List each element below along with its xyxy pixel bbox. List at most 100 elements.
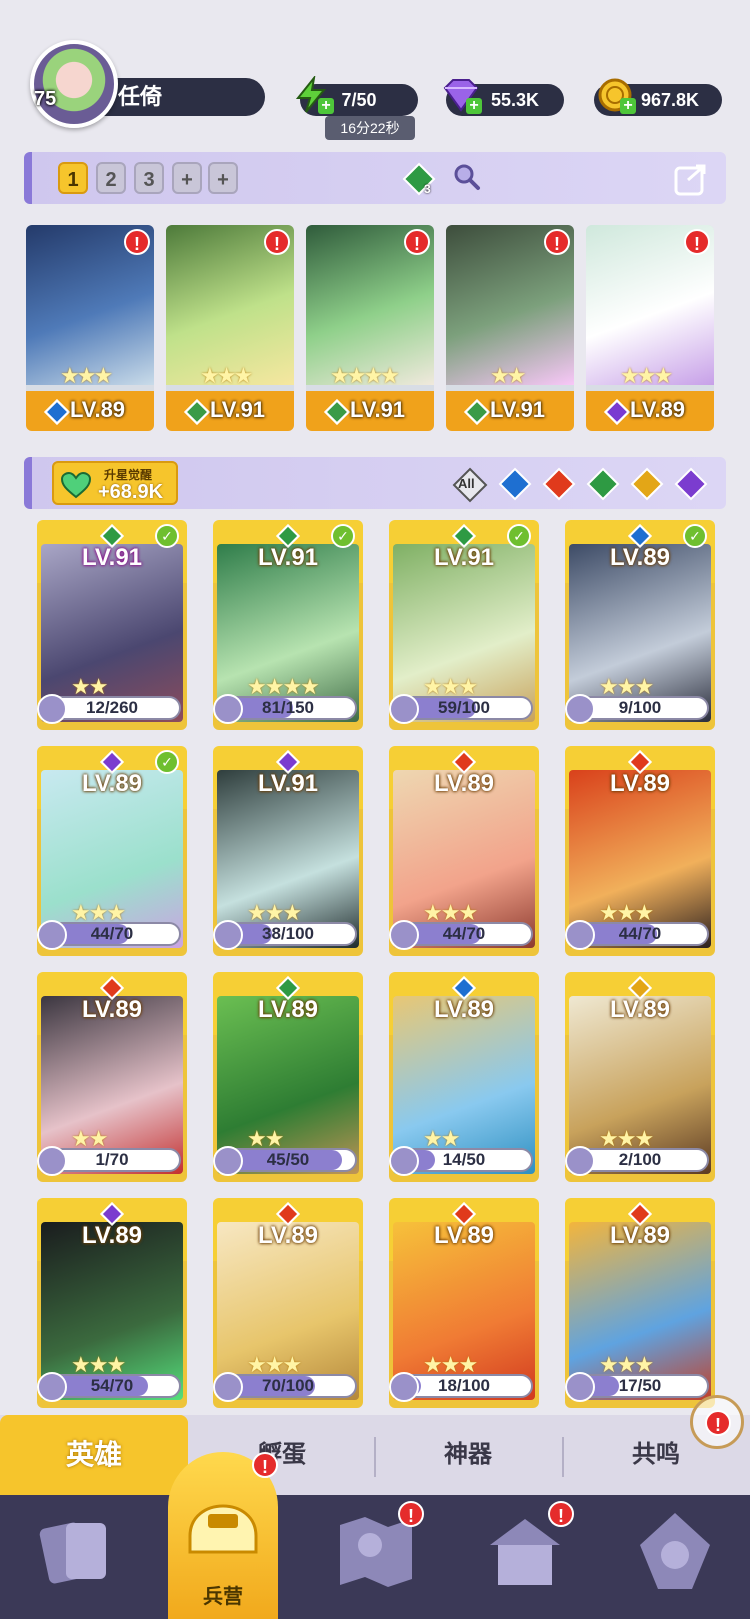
hero-level: LV.89	[81, 770, 143, 797]
check-icon: ✓	[331, 524, 355, 548]
alert-icon: !	[264, 229, 290, 255]
floating-alert-button[interactable]: !	[690, 1395, 744, 1449]
filter-dark-icon[interactable]	[674, 467, 708, 501]
hero-level: LV.89	[433, 770, 495, 797]
nav-shop-alert-icon: !	[548, 1501, 574, 1527]
player-avatar[interactable]	[30, 40, 118, 128]
hero-level: LV.89	[257, 1222, 319, 1249]
hero-level: LV.91	[350, 397, 406, 422]
nav-character-icon[interactable]	[630, 1505, 730, 1605]
hero-card[interactable]: LV.89 ★★ 14/50	[389, 972, 539, 1182]
hero-level: LV.89	[433, 1222, 495, 1249]
nav-map-alert-icon: !	[398, 1501, 424, 1527]
nav-barracks-label: 兵营	[203, 1586, 243, 1608]
hero-card[interactable]: LV.91 ★★★ 38/100	[213, 746, 363, 956]
element-wood-icon	[183, 398, 211, 426]
hero-card[interactable]: LV.91 ★★★ 59/100 ✓	[389, 520, 539, 730]
hero-card[interactable]: LV.89 ★★★ 9/100 ✓	[565, 520, 715, 730]
shard-icon	[389, 1146, 419, 1176]
hero-card[interactable]: LV.89 ★★★ 17/50	[565, 1198, 715, 1408]
alert-icon: !	[544, 229, 570, 255]
gold-value: 967.8K	[640, 90, 700, 110]
hero-level: LV.91	[490, 397, 546, 422]
hero-level: LV.89	[609, 770, 671, 797]
search-icon[interactable]	[452, 162, 482, 192]
filter-fire-icon[interactable]	[542, 467, 576, 501]
filter-wood-icon[interactable]	[586, 467, 620, 501]
check-icon: ✓	[155, 750, 179, 774]
alert-icon: !	[684, 229, 710, 255]
lineup-hero-card[interactable]: ★★★ LV.89!	[586, 225, 714, 431]
shard-icon	[213, 694, 243, 724]
lineup-hero-card[interactable]: ★★★ LV.91!	[166, 225, 294, 431]
hero-level: LV.89	[81, 996, 143, 1023]
gems-add-icon[interactable]: +	[466, 98, 482, 114]
nav-cards-icon[interactable]	[30, 1505, 130, 1605]
energy-add-icon[interactable]: +	[318, 98, 334, 114]
hero-level: LV.91	[433, 544, 495, 571]
team-tab-add-2[interactable]: +	[208, 162, 238, 194]
hero-level: LV.89	[433, 996, 495, 1023]
hero-level: LV.89	[630, 397, 686, 422]
team-tab-2[interactable]: 2	[96, 162, 126, 194]
shard-icon	[389, 920, 419, 950]
shard-icon	[37, 920, 67, 950]
team-tab-1[interactable]: 1	[58, 162, 88, 194]
lineup-hero-card[interactable]: ★★ LV.91!	[446, 225, 574, 431]
hero-card[interactable]: LV.89 ★★★ 70/100	[213, 1198, 363, 1408]
team-element-icon[interactable]: 3	[402, 162, 436, 196]
filter-light-icon[interactable]	[630, 467, 664, 501]
team-tab-add-1[interactable]: +	[172, 162, 202, 194]
lineup-hero-card[interactable]: ★★★★ LV.91!	[306, 225, 434, 431]
hero-stars: ★★★	[620, 363, 673, 388]
gold-add-icon[interactable]: +	[620, 98, 636, 114]
nav-map-icon[interactable]: !	[330, 1501, 430, 1605]
filter-water-icon[interactable]	[498, 467, 532, 501]
hero-level: LV.89	[609, 544, 671, 571]
alert-icon: !	[705, 1410, 731, 1436]
upgrade-awaken-button[interactable]: 升星觉醒 +68.9K	[52, 461, 178, 505]
energy-timer: 16分22秒	[325, 116, 415, 140]
check-icon: ✓	[507, 524, 531, 548]
hero-level: LV.89	[609, 996, 671, 1023]
nav-barracks-alert-icon: !	[252, 1452, 278, 1478]
hero-level: LV.91	[210, 397, 266, 422]
hero-level: LV.91	[81, 544, 143, 571]
gems-value: 55.3K	[490, 90, 540, 110]
tab-hero[interactable]: 英雄	[0, 1415, 188, 1495]
nav-shop-icon[interactable]: !	[480, 1501, 580, 1605]
element-dark-icon	[603, 398, 631, 426]
shard-icon	[37, 694, 67, 724]
hero-card[interactable]: LV.91 ★★ 12/260 ✓	[37, 520, 187, 730]
hero-card[interactable]: LV.89 ★★ 45/50	[213, 972, 363, 1182]
shard-icon	[565, 920, 595, 950]
shard-icon	[213, 1146, 243, 1176]
energy-value: 7/50	[341, 90, 377, 110]
team-selector-bar: 1 2 3 + + 3	[24, 152, 726, 204]
hero-card[interactable]: LV.89 ★★★ 44/70 ✓	[37, 746, 187, 956]
hero-card[interactable]: LV.89 ★★★ 44/70	[565, 746, 715, 956]
hero-card[interactable]: LV.89 ★★★ 44/70	[389, 746, 539, 956]
hero-stars: ★★★★	[330, 363, 400, 388]
shard-icon	[213, 920, 243, 950]
shard-icon	[565, 694, 595, 724]
hero-stars: ★★	[490, 363, 526, 388]
hero-level: LV.91	[257, 544, 319, 571]
player-level: 75	[34, 88, 57, 110]
hero-card[interactable]: LV.89 ★★★ 18/100	[389, 1198, 539, 1408]
hero-card[interactable]: LV.91 ★★★★ 81/150 ✓	[213, 520, 363, 730]
shard-icon	[565, 1372, 595, 1402]
alert-icon: !	[404, 229, 430, 255]
hero-card[interactable]: LV.89 ★★★ 54/70	[37, 1198, 187, 1408]
hero-level: LV.91	[257, 770, 319, 797]
hero-card[interactable]: LV.89 ★★ 1/70	[37, 972, 187, 1182]
filter-all[interactable]: All	[452, 467, 488, 503]
shard-icon	[565, 1146, 595, 1176]
hero-card[interactable]: LV.89 ★★★ 2/100	[565, 972, 715, 1182]
team-tab-3[interactable]: 3	[134, 162, 164, 194]
share-icon[interactable]	[672, 158, 712, 198]
tab-artifact[interactable]: 神器	[374, 1415, 562, 1495]
lineup-hero-card[interactable]: ★★★ LV.89!	[26, 225, 154, 431]
heart-icon	[60, 471, 92, 499]
hero-level: LV.89	[609, 1222, 671, 1249]
